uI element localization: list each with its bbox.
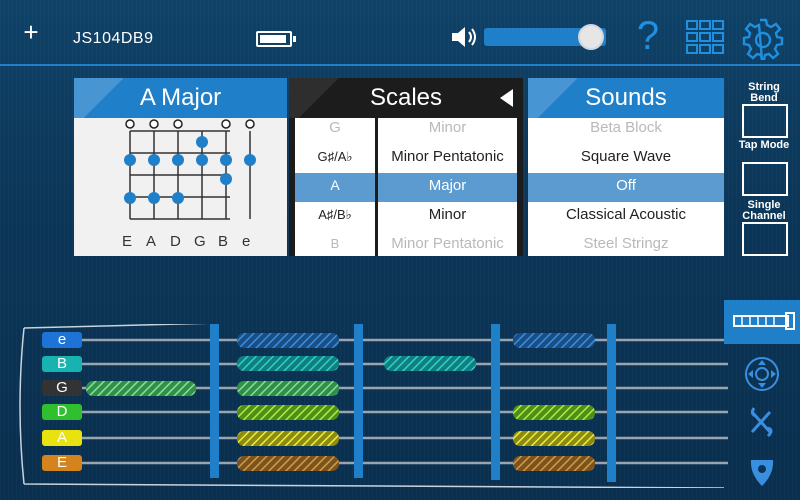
chord-title: A Major bbox=[139, 84, 222, 111]
string-label: E bbox=[122, 233, 133, 250]
picker-option[interactable]: G♯/A♭ bbox=[295, 142, 375, 171]
question-mark-icon[interactable]: ? bbox=[633, 14, 663, 58]
fretboard-tool-icon bbox=[733, 312, 795, 330]
string-label: B bbox=[218, 233, 229, 250]
device-name[interactable]: JS104DB9 bbox=[73, 30, 154, 48]
plus-icon[interactable]: + bbox=[20, 19, 42, 45]
picker-option[interactable]: G bbox=[295, 118, 375, 142]
top-bar: + JS104DB9 ? bbox=[0, 0, 800, 66]
single-channel-toggle[interactable] bbox=[742, 222, 788, 256]
string-bend-label: String Bend bbox=[748, 81, 780, 104]
picker-option[interactable]: Minor bbox=[378, 200, 517, 229]
dpad-tool-tab[interactable] bbox=[724, 352, 800, 396]
scale-picker: G G♯/A♭ A A♯/B♭ B Minor Minor Pentatonic… bbox=[289, 118, 523, 256]
string-badge-d[interactable]: D bbox=[42, 404, 82, 420]
picker-option[interactable]: Beta Block bbox=[528, 118, 724, 142]
scales-panel: Scales G G♯/A♭ A A♯/B♭ B Minor Minor Pen… bbox=[289, 78, 523, 256]
string-badge-e[interactable]: e bbox=[42, 332, 82, 348]
picker-option[interactable]: A♯/B♭ bbox=[295, 200, 375, 229]
picker-option[interactable]: Minor Pentatonic bbox=[378, 142, 517, 171]
grid-icon[interactable] bbox=[686, 20, 724, 54]
speaker-icon[interactable] bbox=[450, 24, 478, 50]
string-label: D bbox=[170, 233, 181, 250]
chord-diagram: E A D G B e bbox=[74, 118, 287, 256]
scales-panel-header: Scales bbox=[289, 78, 523, 118]
gear-icon[interactable] bbox=[741, 16, 785, 60]
string-badge-e-low[interactable]: E bbox=[42, 455, 82, 471]
picker-option-selected[interactable]: Major bbox=[378, 171, 517, 200]
picker-option-selected[interactable]: A bbox=[295, 171, 375, 200]
volume-slider-knob[interactable] bbox=[578, 24, 605, 50]
picker-option[interactable]: Steel Stringz bbox=[528, 229, 724, 256]
sounds-panel-header: Sounds bbox=[528, 78, 724, 118]
tap-mode-toggle[interactable] bbox=[742, 162, 788, 196]
chord-string-labels: E A D G B e bbox=[118, 233, 298, 250]
string-badge-g[interactable]: G bbox=[42, 380, 82, 396]
tap-mode-label: Tap Mode bbox=[738, 139, 790, 151]
fretboard[interactable]: e B G D A E bbox=[16, 324, 728, 488]
single-channel-label: Single Channel bbox=[742, 199, 786, 222]
fretboard-tool-tab[interactable] bbox=[724, 300, 800, 344]
pick-tool-icon bbox=[750, 460, 774, 486]
string-label: A bbox=[146, 233, 157, 250]
dpad-tool-icon bbox=[745, 357, 779, 391]
picker-option[interactable]: Minor bbox=[378, 118, 517, 142]
scales-title: Scales bbox=[369, 84, 443, 111]
chord-panel-header[interactable]: A Major bbox=[74, 78, 287, 118]
pick-tool-tab[interactable] bbox=[724, 450, 800, 494]
picker-option[interactable]: Minor Pentatonic bbox=[378, 229, 517, 256]
tuning-tool-tab[interactable] bbox=[724, 400, 800, 444]
string-bend-toggle[interactable] bbox=[742, 104, 788, 138]
back-arrow-icon[interactable] bbox=[500, 89, 513, 107]
string-badge-a[interactable]: A bbox=[42, 430, 82, 446]
picker-option[interactable]: Square Wave bbox=[528, 142, 724, 171]
scale-type-picker[interactable]: Minor Minor Pentatonic Major Minor Minor… bbox=[378, 118, 517, 256]
string-badge-b[interactable]: B bbox=[42, 356, 82, 372]
picker-option[interactable]: Classical Acoustic bbox=[528, 200, 724, 229]
chord-panel: A Major E A D G B e bbox=[74, 78, 287, 256]
fretboard-graphic bbox=[19, 324, 728, 488]
picker-option[interactable]: B bbox=[295, 229, 375, 256]
picker-option-selected[interactable]: Off bbox=[528, 171, 724, 200]
sound-picker[interactable]: Beta Block Square Wave Off Classical Aco… bbox=[528, 118, 724, 256]
tuning-tool-icon bbox=[750, 407, 773, 438]
sounds-title: Sounds bbox=[585, 84, 667, 111]
battery-icon bbox=[256, 31, 296, 47]
sounds-panel: Sounds Beta Block Square Wave Off Classi… bbox=[528, 78, 724, 256]
string-label: G bbox=[194, 233, 206, 250]
string-label: e bbox=[242, 233, 251, 250]
root-note-picker[interactable]: G G♯/A♭ A A♯/B♭ B bbox=[295, 118, 375, 256]
